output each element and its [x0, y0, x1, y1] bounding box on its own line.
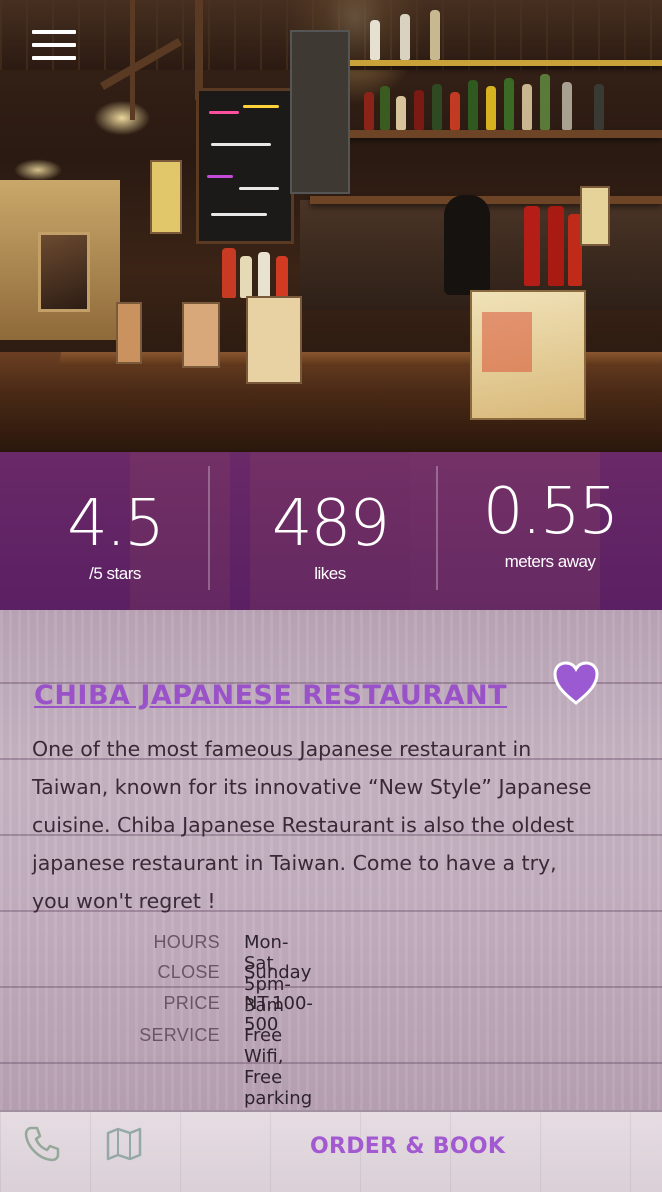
menu-line	[32, 30, 76, 34]
bottle	[522, 84, 532, 130]
menu-line	[32, 43, 76, 47]
rating-stat: 4.5 /5 stars	[40, 452, 190, 610]
bottle	[504, 78, 514, 130]
details-key: SERVICE	[139, 1025, 220, 1045]
menu-line	[32, 56, 76, 60]
details-value: Free Wifi, Free parking	[244, 1025, 313, 1109]
likes-value: 489	[271, 487, 390, 561]
stats-divider	[208, 466, 210, 590]
chalk-mark	[243, 105, 279, 108]
ceiling-beam	[195, 0, 203, 100]
bottle	[400, 14, 410, 60]
lit-shelf	[340, 60, 662, 66]
bottle	[468, 80, 478, 130]
counter-menu-card	[246, 296, 302, 384]
counter-menu-card	[116, 302, 142, 364]
staff-silhouette	[444, 195, 490, 295]
bottle	[548, 206, 564, 286]
bottle	[524, 206, 540, 286]
bottle	[432, 84, 442, 130]
bottle	[594, 84, 604, 130]
bottle	[450, 92, 460, 130]
bottle	[370, 20, 380, 60]
restaurant-photo	[0, 0, 662, 452]
chalk-mark	[211, 143, 271, 146]
distance-label: meters away	[504, 552, 596, 571]
bottle	[276, 256, 288, 298]
restaurant-detail-screen: 4.5 /5 stars 489 likes 0.55 meters away …	[0, 0, 662, 1192]
distance-stat: 0.55 meters away	[470, 440, 630, 598]
details-value: Sunday	[244, 962, 312, 983]
chalkboard-menu	[196, 88, 294, 244]
hamburger-menu-icon[interactable]	[32, 28, 76, 62]
restaurant-description: One of the most fameous Japanese restaur…	[32, 737, 592, 913]
bottle	[258, 252, 270, 298]
details-key: CLOSE	[157, 962, 220, 982]
lamp-cord	[130, 0, 135, 120]
bottle	[364, 92, 374, 130]
bottle	[222, 248, 236, 298]
bottle	[486, 86, 496, 130]
chalk-mark	[239, 187, 279, 190]
counter-poster	[470, 290, 586, 420]
hanging-sign	[290, 30, 350, 194]
rating-label: /5 stars	[89, 564, 141, 583]
bottle	[240, 256, 252, 298]
likes-stat: 489 likes	[250, 452, 410, 610]
chalk-mark	[209, 111, 239, 114]
distance-value: 0.55	[482, 475, 620, 549]
likes-label: likes	[314, 564, 346, 583]
bottle	[430, 10, 440, 60]
details-key: HOURS	[153, 932, 220, 952]
hanging-sign	[580, 186, 610, 246]
map-icon[interactable]	[104, 1124, 144, 1164]
bottle	[380, 86, 390, 130]
phone-icon[interactable]	[22, 1124, 62, 1164]
counter-menu-card	[182, 302, 220, 368]
chalk-mark	[207, 175, 233, 178]
heart-icon[interactable]	[552, 660, 600, 706]
rating-value: 4.5	[67, 487, 165, 561]
bottle-shelf	[300, 130, 662, 138]
bottle	[396, 96, 406, 130]
stats-divider	[436, 466, 438, 590]
bottle	[540, 74, 550, 130]
details-key: PRICE	[163, 993, 220, 1013]
bottle	[414, 90, 424, 130]
bottle	[562, 82, 572, 130]
order-book-button[interactable]: ORDER & BOOK	[310, 1134, 524, 1170]
wall-poster	[38, 232, 90, 312]
chalk-mark	[211, 213, 267, 216]
restaurant-name[interactable]: CHIBA JAPANESE RESTAURANT	[34, 680, 507, 711]
hanging-sign	[150, 160, 182, 234]
